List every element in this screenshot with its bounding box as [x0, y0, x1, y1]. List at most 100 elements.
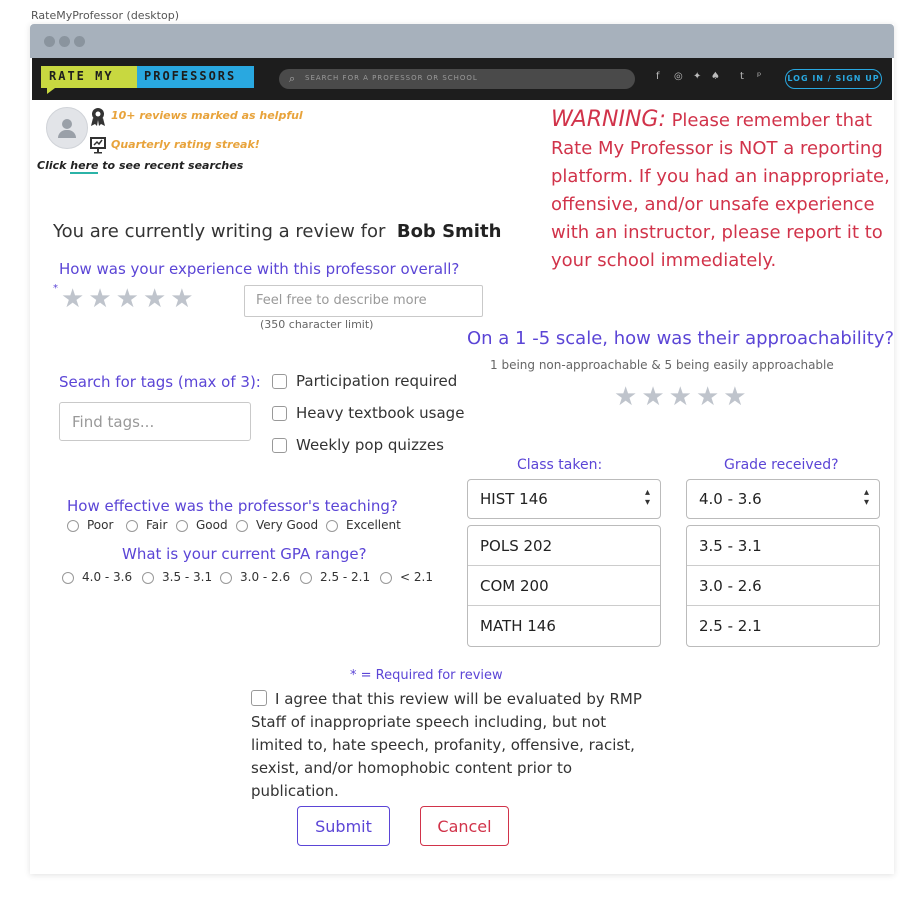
- select-arrows-icon: ▴ ▾: [863, 487, 869, 508]
- cancel-label: Cancel: [437, 817, 492, 836]
- grade-options-list: 3.5 - 3.1 3.0 - 2.6 2.5 - 2.1: [686, 525, 880, 647]
- window-maximize-dot[interactable]: [74, 36, 85, 47]
- window-titlebar: [30, 24, 894, 58]
- class-option[interactable]: COM 200: [468, 566, 660, 606]
- approachability-hint: 1 being non-approachable & 5 being easil…: [490, 358, 834, 372]
- agreement-text: I agree that this review will be evaluat…: [251, 690, 642, 800]
- avatar[interactable]: [46, 107, 88, 149]
- overall-star-3[interactable]: ★: [116, 284, 143, 314]
- logo-text-right: PROFESSORS: [144, 69, 237, 83]
- gpa-label-5: < 2.1: [400, 570, 433, 584]
- gpa-radio-2[interactable]: [142, 572, 154, 584]
- approachability-rating-stars[interactable]: ★★★★★: [614, 382, 751, 412]
- approach-star-1[interactable]: ★: [614, 382, 641, 412]
- recent-searches-link[interactable]: here: [70, 159, 99, 174]
- teaching-question: How effective was the professor's teachi…: [67, 497, 398, 515]
- teaching-radio-poor[interactable]: [67, 520, 79, 532]
- class-option[interactable]: POLS 202: [468, 526, 660, 566]
- teaching-radio-excellent[interactable]: [326, 520, 338, 532]
- gpa-label-1: 4.0 - 3.6: [82, 570, 133, 584]
- gpa-radio-1[interactable]: [62, 572, 74, 584]
- snapchat-icon[interactable]: ♠: [711, 71, 720, 82]
- professor-name: Bob Smith: [396, 221, 502, 242]
- class-selected-value: HIST 146: [480, 490, 548, 508]
- heading-prefix: You are currently writing a review for: [53, 221, 386, 242]
- page-title: You are currently writing a review for B…: [53, 221, 501, 242]
- select-arrows-icon: ▴ ▾: [644, 487, 650, 508]
- teaching-label-excellent: Excellent: [346, 518, 401, 532]
- teaching-radio-good[interactable]: [176, 520, 188, 532]
- grade-option[interactable]: 3.0 - 2.6: [687, 566, 879, 606]
- overall-question: How was your experience with this profes…: [59, 260, 460, 278]
- warning-lead: WARNING:: [551, 107, 666, 132]
- approach-star-3[interactable]: ★: [669, 382, 696, 412]
- pinterest-icon[interactable]: ᵖ: [757, 71, 761, 82]
- tags-placeholder: Find tags...: [72, 413, 155, 431]
- teaching-label-poor: Poor: [87, 518, 114, 532]
- gpa-radio-3[interactable]: [220, 572, 232, 584]
- tag-checkbox-textbook[interactable]: [272, 406, 287, 421]
- recent-suffix: to see recent searches: [98, 159, 244, 172]
- submit-button[interactable]: Submit: [297, 806, 390, 846]
- site-logo[interactable]: RATE MY PROFESSORS: [41, 66, 254, 94]
- overall-star-4[interactable]: ★: [143, 284, 170, 314]
- facebook-icon[interactable]: f: [656, 71, 660, 82]
- teaching-label-very-good: Very Good: [256, 518, 319, 532]
- teaching-radio-very-good[interactable]: [236, 520, 248, 532]
- twitter-icon[interactable]: ✦: [693, 71, 701, 82]
- grade-option-label: 2.5 - 2.1: [699, 617, 762, 635]
- approach-star-2[interactable]: ★: [641, 382, 668, 412]
- search-icon: ⌕: [289, 72, 296, 85]
- overall-rating-stars[interactable]: ★★★★★: [61, 284, 198, 314]
- tag-checkbox-participation[interactable]: [272, 374, 287, 389]
- window-caption: RateMyProfessor (desktop): [31, 9, 179, 22]
- tags-search-input[interactable]: Find tags...: [59, 402, 251, 441]
- grade-option[interactable]: 3.5 - 3.1: [687, 526, 879, 566]
- gpa-label-2: 3.5 - 3.1: [162, 570, 213, 584]
- search-bar[interactable]: ⌕ SEARCH FOR A PROFESSOR OR SCHOOL: [279, 69, 635, 89]
- window-minimize-dot[interactable]: [59, 36, 70, 47]
- class-option-label: COM 200: [480, 577, 549, 595]
- tag-label-participation: Participation required: [296, 372, 458, 390]
- tag-label-textbook: Heavy textbook usage: [296, 404, 465, 422]
- gpa-radio-4[interactable]: [300, 572, 312, 584]
- grade-selected-value: 4.0 - 3.6: [699, 490, 762, 508]
- cancel-button[interactable]: Cancel: [420, 806, 509, 846]
- class-taken-label: Class taken:: [517, 457, 603, 473]
- class-option-label: MATH 146: [480, 617, 556, 635]
- approach-star-5[interactable]: ★: [723, 382, 750, 412]
- description-placeholder: Feel free to describe more: [256, 293, 427, 308]
- helpful-badge-text: 10+ reviews marked as helpful: [111, 109, 303, 122]
- gpa-radio-5[interactable]: [380, 572, 392, 584]
- grade-option-label: 3.5 - 3.1: [699, 537, 762, 555]
- class-options-list: POLS 202 COM 200 MATH 146: [467, 525, 661, 647]
- teaching-radio-fair[interactable]: [126, 520, 138, 532]
- description-input[interactable]: Feel free to describe more: [244, 285, 483, 317]
- recent-prefix: Click: [37, 159, 71, 172]
- class-option[interactable]: MATH 146: [468, 606, 660, 646]
- overall-star-5[interactable]: ★: [170, 284, 197, 314]
- required-note: * = Required for review: [350, 668, 503, 683]
- grade-option[interactable]: 2.5 - 2.1: [687, 606, 879, 646]
- teaching-label-fair: Fair: [146, 518, 168, 532]
- warning-message: WARNING: Please remember that Rate My Pr…: [551, 106, 896, 275]
- grade-received-label: Grade received?: [724, 457, 839, 473]
- tumblr-icon[interactable]: t: [740, 71, 744, 82]
- logo-text-left: RATE MY: [49, 69, 114, 83]
- warning-body: Please remember that Rate My Professor i…: [551, 110, 890, 271]
- streak-icon: [90, 137, 106, 154]
- class-taken-select[interactable]: HIST 146 ▴ ▾: [467, 479, 661, 519]
- grade-received-select[interactable]: 4.0 - 3.6 ▴ ▾: [686, 479, 880, 519]
- approachability-question: On a 1 -5 scale, how was their approacha…: [467, 328, 895, 349]
- login-signup-label: LOG IN / SIGN UP: [787, 74, 880, 83]
- overall-star-1[interactable]: ★: [61, 284, 88, 314]
- overall-star-2[interactable]: ★: [88, 284, 115, 314]
- window-close-dot[interactable]: [44, 36, 55, 47]
- tag-checkbox-quizzes[interactable]: [272, 438, 287, 453]
- instagram-icon[interactable]: ◎: [674, 71, 683, 82]
- approach-star-4[interactable]: ★: [696, 382, 723, 412]
- char-limit-note: (350 character limit): [260, 318, 374, 331]
- tags-label: Search for tags (max of 3):: [59, 373, 261, 391]
- login-signup-button[interactable]: LOG IN / SIGN UP: [785, 69, 882, 89]
- gpa-label-3: 3.0 - 2.6: [240, 570, 291, 584]
